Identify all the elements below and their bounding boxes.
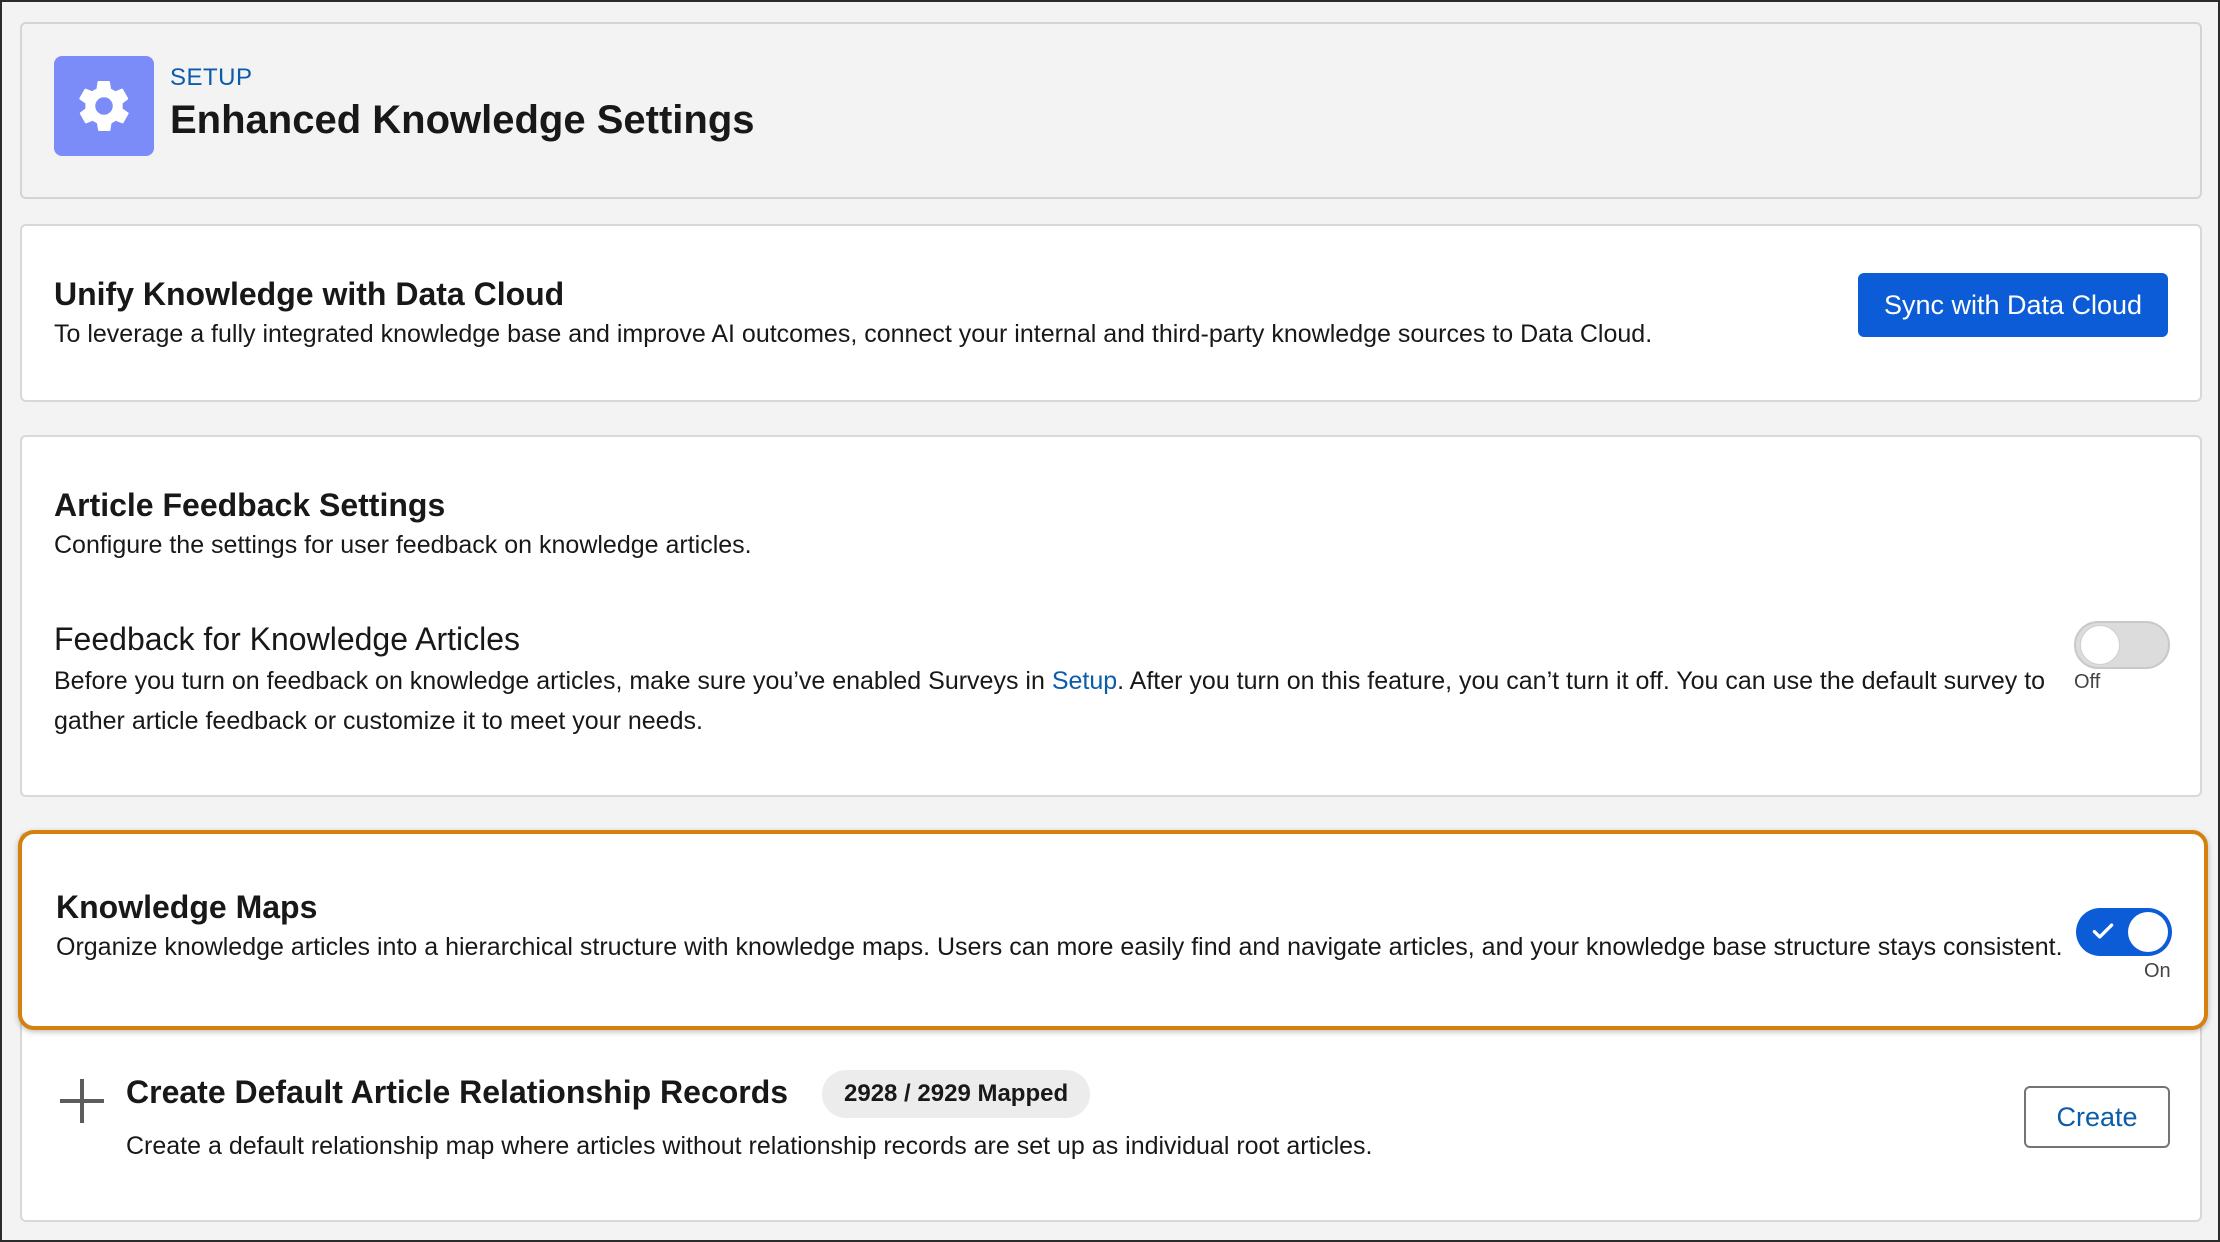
toggle-knob bbox=[2080, 625, 2120, 665]
knowledge-maps-toggle-state: On bbox=[2144, 960, 2171, 982]
article-feedback-description: Configure the settings for user feedback… bbox=[54, 531, 752, 559]
knowledge-maps-highlight: Knowledge Maps Organize knowledge articl… bbox=[18, 830, 2208, 1030]
setup-link[interactable]: Setup bbox=[1052, 667, 1117, 695]
plus-icon[interactable] bbox=[60, 1079, 104, 1123]
data-cloud-card: Unify Knowledge with Data Cloud To lever… bbox=[20, 224, 2202, 402]
knowledge-maps-description: Organize knowledge articles into a hiera… bbox=[56, 933, 2063, 961]
toggle-knob bbox=[2128, 912, 2168, 952]
gear-icon bbox=[54, 56, 154, 156]
article-feedback-card: Article Feedback Settings Configure the … bbox=[20, 435, 2202, 797]
article-feedback-title: Article Feedback Settings bbox=[54, 487, 446, 523]
page-title: Enhanced Knowledge Settings bbox=[170, 98, 755, 142]
page-header: SETUP Enhanced Knowledge Settings bbox=[20, 22, 2202, 199]
relationship-records-title: Create Default Article Relationship Reco… bbox=[126, 1074, 789, 1110]
feedback-setting-title: Feedback for Knowledge Articles bbox=[54, 621, 521, 657]
create-button[interactable]: Create bbox=[2024, 1086, 2170, 1148]
knowledge-maps-title: Knowledge Maps bbox=[56, 889, 318, 925]
sync-with-data-cloud-button[interactable]: Sync with Data Cloud bbox=[1858, 273, 2168, 337]
feedback-toggle-state: Off bbox=[2074, 671, 2101, 693]
check-icon bbox=[2092, 923, 2114, 939]
relationship-records-description: Create a default relationship map where … bbox=[126, 1132, 1373, 1160]
knowledge-maps-toggle[interactable] bbox=[2076, 908, 2172, 956]
data-cloud-title: Unify Knowledge with Data Cloud bbox=[54, 276, 565, 312]
feedback-setting-description: Before you turn on feedback on knowledge… bbox=[54, 661, 2054, 741]
feedback-toggle[interactable] bbox=[2074, 621, 2170, 669]
data-cloud-description: To leverage a fully integrated knowledge… bbox=[54, 320, 1653, 348]
mapped-count-badge: 2928 / 2929 Mapped bbox=[822, 1070, 1091, 1118]
feedback-desc-before: Before you turn on feedback on knowledge… bbox=[54, 667, 1052, 695]
breadcrumb: SETUP bbox=[170, 64, 253, 91]
